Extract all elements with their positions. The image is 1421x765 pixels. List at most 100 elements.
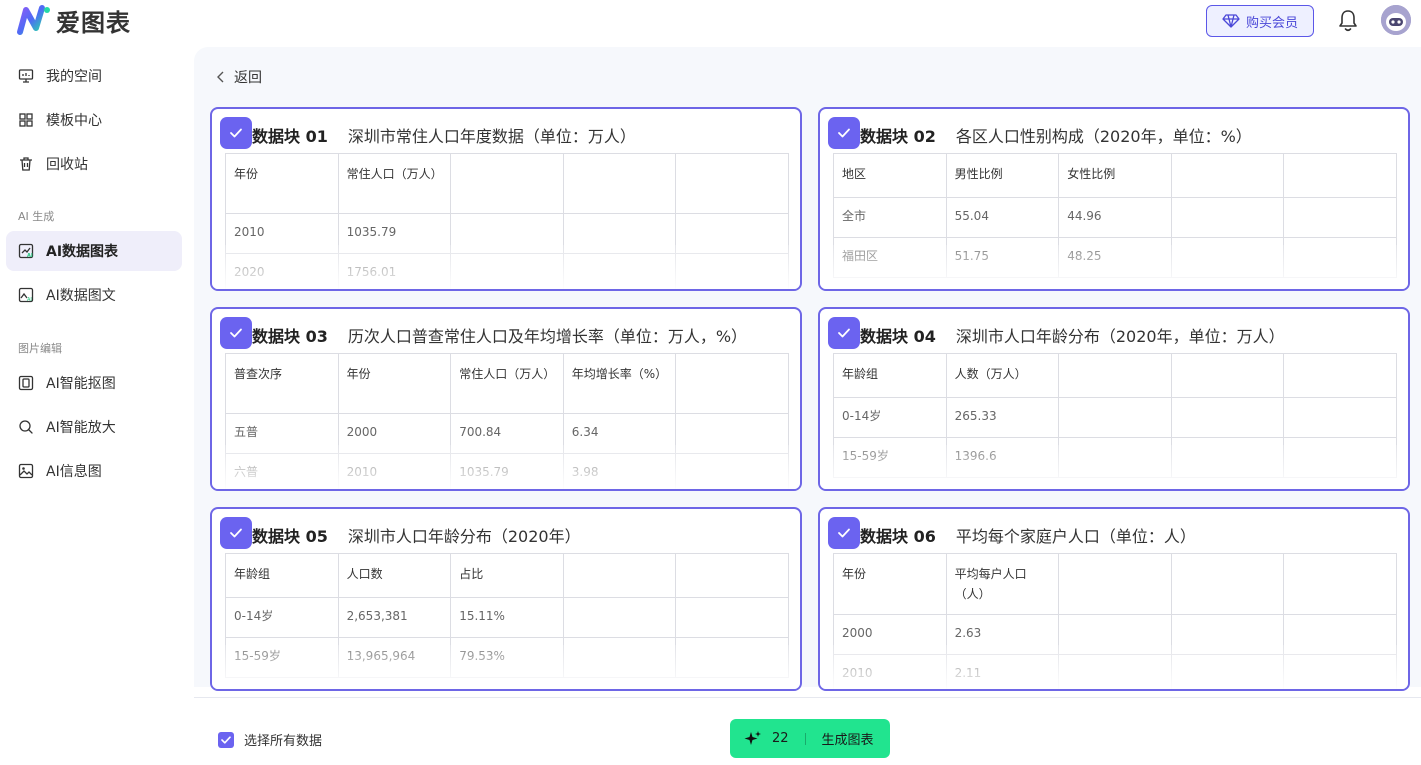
sidebar-item-label: 模板中心: [46, 113, 102, 129]
section-image-edit: 图片编辑: [18, 342, 62, 355]
check-icon: [230, 328, 242, 338]
card-heading: 数据块 04 深圳市人口年龄分布（2020年，单位：万人）: [860, 323, 1285, 347]
table-cell: 1035.79: [450, 453, 564, 489]
sidebar-item-label: AI数据图表: [46, 244, 119, 260]
check-icon: [838, 328, 850, 338]
header-cell: 占比: [450, 553, 564, 598]
table-header-row: 年龄组 人数（万人）: [833, 353, 1397, 398]
data-table: 地区 男性比例 女性比例 全市 55.04 44.96 福田区 51.75 48…: [833, 153, 1397, 278]
header-cell: [1283, 153, 1397, 198]
table-header-row: 年龄组 人口数 占比: [225, 553, 789, 598]
header-cell: 年龄组: [225, 553, 339, 598]
sidebar-item-trash[interactable]: 回收站: [6, 144, 182, 184]
card-checkbox[interactable]: [828, 517, 860, 549]
app-logo[interactable]: 爱图表: [16, 4, 131, 37]
card-label: 数据块 01: [252, 127, 328, 146]
table-cell: [1170, 397, 1285, 438]
card-checkbox[interactable]: [220, 317, 252, 349]
table-row: 2010 1035.79: [225, 213, 789, 254]
sidebar-item-templates[interactable]: 模板中心: [6, 100, 182, 140]
data-block-card[interactable]: 数据块 06 平均每个家庭户人口（单位：人） 年份 平均每户人口（人） 2000…: [818, 507, 1410, 691]
select-all-label: 选择所有数据: [244, 734, 323, 749]
sidebar-item-my-space[interactable]: 我的空间: [6, 56, 182, 96]
sidebar-item-ai-chart[interactable]: AI AI数据图表: [6, 231, 182, 271]
table-row: 全市 55.04 44.96: [833, 197, 1397, 238]
table-row: 0-14岁 2,653,381 15.11%: [225, 597, 789, 638]
table-cell: [562, 213, 677, 254]
header-cell: [562, 153, 677, 214]
buy-vip-label: 购买会员: [1245, 15, 1298, 31]
header-cell: 人数（万人）: [945, 353, 1060, 398]
table-cell: 48.25: [1058, 237, 1172, 278]
sidebar-item-ai-magnify[interactable]: AI智能放大: [6, 407, 182, 447]
data-table: 年份 常住人口（万人） 2010 1035.79 2020 1756.01: [225, 153, 789, 289]
card-label: 数据块 03: [252, 327, 328, 346]
check-icon: [838, 528, 850, 538]
table-cell: 福田区: [833, 237, 947, 278]
user-avatar[interactable]: [1381, 5, 1411, 35]
sidebar-item-label: AI信息图: [46, 464, 102, 480]
monitor-icon: [18, 68, 34, 84]
card-checkbox[interactable]: [828, 117, 860, 149]
table-cell: [1283, 614, 1397, 655]
sidebar-item-ai-cutout[interactable]: AI智能抠图: [6, 363, 182, 403]
header-cell: [562, 553, 677, 598]
check-icon: [230, 128, 242, 138]
sidebar-item-label: 我的空间: [46, 69, 102, 85]
sparkle-icon: [744, 730, 761, 745]
check-icon: [230, 528, 242, 538]
sidebar: 我的空间 模板中心 回收站 AI 生成 AI AI数据图表 AI AI数据图文 …: [0, 44, 194, 765]
bell-icon[interactable]: [1337, 9, 1359, 33]
top-header: 爱图表 购买会员: [0, 0, 1421, 44]
data-block-card[interactable]: 数据块 03 历次人口普查常住人口及年均增长率（单位：万人，%） 普查次序 年份…: [210, 307, 802, 491]
card-heading: 数据块 06 平均每个家庭户人口（单位：人）: [860, 523, 1196, 547]
back-label: 返回: [234, 70, 262, 86]
cutout-icon: [18, 375, 34, 391]
table-cell: [1283, 197, 1397, 238]
card-title: 深圳市常住人口年度数据（单位：万人）: [347, 127, 636, 146]
card-title: 各区人口性别构成（2020年，单位：%）: [955, 127, 1252, 146]
back-link[interactable]: 返回: [216, 67, 262, 87]
svg-text:AI: AI: [27, 253, 33, 259]
sidebar-item-label: AI智能放大: [46, 420, 116, 436]
table-cell: 1396.6: [945, 437, 1060, 478]
ai-image-text-icon: AI: [18, 287, 34, 303]
card-checkbox[interactable]: [220, 117, 252, 149]
header-cell: 年份: [337, 353, 452, 414]
select-all-checkbox[interactable]: 选择所有数据: [218, 730, 322, 749]
sidebar-item-ai-infographic[interactable]: AI信息图: [6, 451, 182, 491]
table-cell: [1170, 654, 1285, 689]
divider: [804, 732, 806, 745]
card-checkbox[interactable]: [220, 517, 252, 549]
table-cell: [1058, 437, 1172, 478]
trash-icon: [18, 156, 34, 172]
generate-chart-button[interactable]: 22 生成图表: [730, 719, 890, 758]
card-title: 平均每个家庭户人口（单位：人）: [955, 527, 1196, 546]
table-cell: [1170, 197, 1285, 238]
buy-vip-button[interactable]: 购买会员: [1206, 5, 1314, 37]
data-block-card[interactable]: 数据块 05 深圳市人口年龄分布（2020年） 年龄组 人口数 占比 0-14岁…: [210, 507, 802, 691]
card-heading: 数据块 03 历次人口普查常住人口及年均增长率（单位：万人，%）: [252, 323, 747, 347]
card-title: 历次人口普查常住人口及年均增长率（单位：万人，%）: [347, 327, 748, 346]
table-cell: 51.75: [945, 237, 1060, 278]
data-block-card[interactable]: 数据块 02 各区人口性别构成（2020年，单位：%） 地区 男性比例 女性比例…: [818, 107, 1410, 291]
sidebar-item-label: AI数据图文: [46, 288, 116, 304]
data-block-card[interactable]: 数据块 01 深圳市常住人口年度数据（单位：万人） 年份 常住人口（万人） 20…: [210, 107, 802, 291]
header-cell: 平均每户人口（人）: [945, 553, 1060, 615]
table-row: 0-14岁 265.33: [833, 397, 1397, 438]
header-cell: 普查次序: [225, 353, 339, 414]
sidebar-item-ai-image-text[interactable]: AI AI数据图文: [6, 275, 182, 315]
avatar-robot-icon: [1381, 5, 1411, 35]
data-block-card[interactable]: 数据块 04 深圳市人口年龄分布（2020年，单位：万人） 年龄组 人数（万人）…: [818, 307, 1410, 491]
credit-count: 22: [772, 731, 789, 746]
table-cell: 2.63: [945, 614, 1060, 655]
table-cell: 15-59岁: [225, 637, 339, 678]
header-cell: [1170, 353, 1285, 398]
checkbox-checked-icon: [218, 731, 234, 748]
header-cell: 年龄组: [833, 353, 947, 398]
card-checkbox[interactable]: [828, 317, 860, 349]
header-cell: [1283, 353, 1397, 398]
header-cell: [1170, 553, 1285, 615]
header-cell: [1283, 553, 1397, 615]
table-cell: [675, 597, 789, 638]
